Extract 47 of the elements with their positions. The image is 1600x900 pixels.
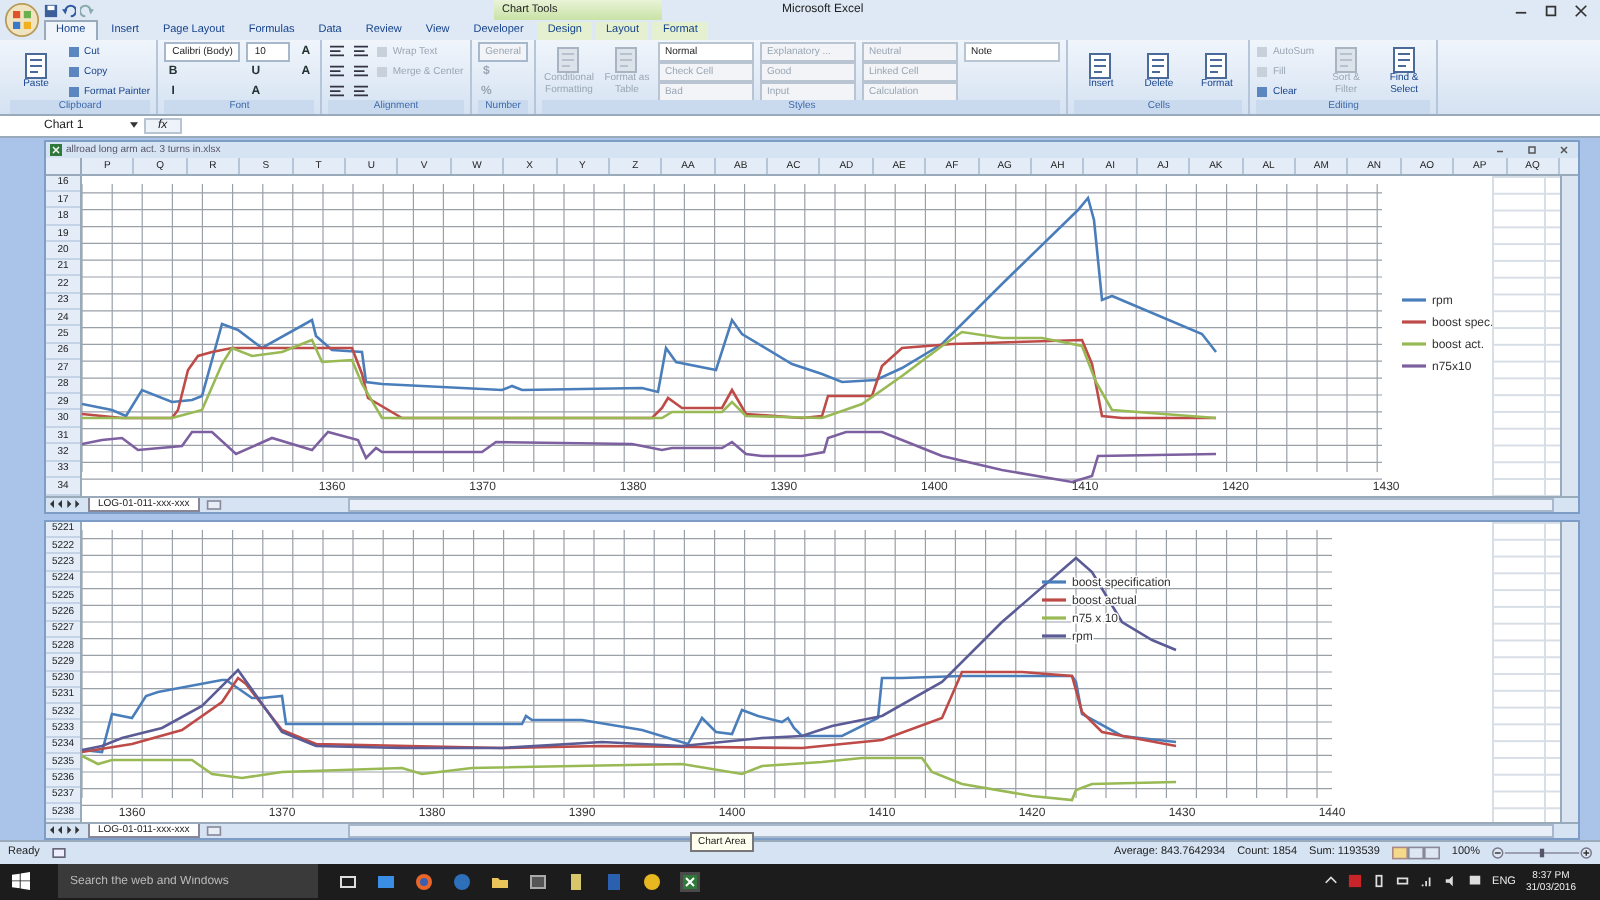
insert-sheet-icon[interactable] (205, 825, 222, 836)
document-icon (1202, 51, 1231, 80)
sheet-navigation-icon[interactable] (50, 826, 82, 835)
horizontal-scrollbar[interactable] (347, 497, 1554, 512)
align-icon[interactable] (352, 44, 371, 58)
caret-icon[interactable] (130, 122, 138, 129)
document-icon (554, 46, 583, 74)
align-icon[interactable] (352, 64, 371, 78)
document-icon (1086, 51, 1115, 80)
windows-logo-icon[interactable] (12, 872, 30, 891)
maximize-icon[interactable] (1544, 3, 1558, 17)
align-icon[interactable] (328, 64, 347, 78)
app-icon[interactable] (528, 871, 548, 892)
document-icon[interactable] (604, 871, 624, 892)
chevron-icon[interactable] (1324, 874, 1339, 889)
notification-icon[interactable] (1468, 874, 1483, 889)
task-view-icon[interactable] (338, 871, 358, 892)
network-icon[interactable] (1420, 874, 1435, 889)
undo-icon[interactable] (62, 3, 76, 17)
document-icon (22, 51, 50, 80)
close-icon[interactable] (1574, 3, 1588, 17)
spreadsheet-icon[interactable] (680, 871, 700, 892)
restore-icon[interactable] (1526, 143, 1538, 156)
app-icon[interactable] (376, 871, 396, 892)
document-icon (1332, 46, 1361, 74)
document-icon (612, 46, 641, 74)
battery-icon[interactable] (1396, 874, 1411, 889)
close-icon[interactable] (1558, 143, 1570, 156)
view-buttons-icon[interactable] (1391, 845, 1440, 860)
save-icon[interactable] (44, 3, 58, 17)
zoom-slider[interactable] (1492, 845, 1592, 860)
vertical-scrollbar[interactable] (1560, 521, 1578, 822)
app-icon[interactable] (566, 871, 586, 892)
align-icon[interactable] (328, 44, 347, 58)
horizontal-scrollbar[interactable] (347, 823, 1554, 838)
sheet-navigation-icon[interactable] (50, 500, 82, 509)
align-icon[interactable] (328, 84, 347, 98)
document-icon (1144, 51, 1173, 80)
browser-icon[interactable] (414, 871, 434, 892)
app-icon[interactable] (642, 871, 662, 892)
volume-icon[interactable] (1444, 874, 1459, 889)
document-icon (1390, 46, 1419, 74)
align-icon[interactable] (352, 84, 371, 98)
vertical-scrollbar[interactable] (1560, 175, 1578, 496)
macro-record-icon[interactable] (51, 847, 66, 858)
insert-sheet-icon[interactable] (205, 499, 222, 510)
phone-icon[interactable] (1372, 874, 1387, 889)
